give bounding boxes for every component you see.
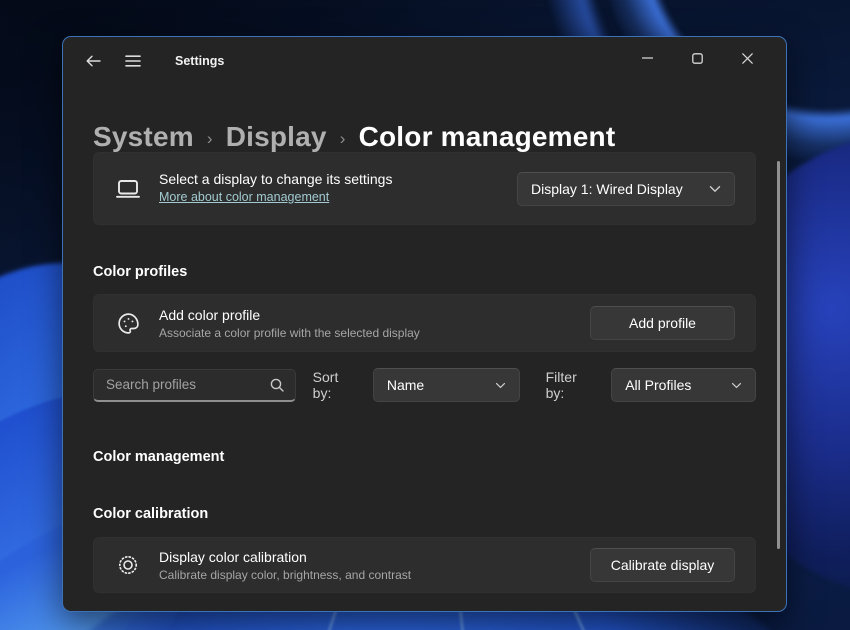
breadcrumb-separator-icon: › bbox=[339, 128, 346, 148]
display-color-calibration-title: Display color calibration bbox=[159, 548, 307, 565]
filter-by-dropdown[interactable]: All Profiles bbox=[611, 368, 757, 402]
sort-by-value: Name bbox=[386, 377, 425, 393]
display-select-value: Display 1: Wired Display bbox=[531, 180, 683, 197]
maximize-icon bbox=[691, 52, 703, 64]
palette-icon bbox=[115, 311, 141, 336]
minimize-icon bbox=[641, 57, 653, 59]
chevron-down-icon bbox=[495, 382, 506, 389]
display-laptop-icon bbox=[115, 179, 141, 199]
minimize-button[interactable] bbox=[622, 39, 672, 77]
add-color-profile-title: Add color profile bbox=[159, 306, 261, 323]
vertical-scrollbar-thumb[interactable] bbox=[777, 161, 780, 549]
add-color-profile-card: Add color profile Associate a color prof… bbox=[93, 294, 756, 352]
breadcrumb-item-display[interactable]: Display bbox=[226, 121, 327, 153]
add-profile-button[interactable]: Add profile bbox=[590, 306, 735, 340]
add-color-profile-description: Associate a color profile with the selec… bbox=[159, 325, 420, 340]
breadcrumb-separator-icon: › bbox=[206, 128, 213, 148]
color-profiles-heading: Color profiles bbox=[93, 264, 188, 280]
chevron-down-icon bbox=[709, 185, 721, 193]
window-caption-controls bbox=[622, 39, 772, 77]
filter-by-value: All Profiles bbox=[625, 377, 692, 393]
breadcrumb-item-system[interactable]: System bbox=[93, 121, 194, 153]
back-button[interactable] bbox=[77, 46, 109, 76]
navigation-menu-button[interactable] bbox=[117, 46, 149, 76]
display-selector-card: Select a display to change its settings … bbox=[93, 152, 756, 225]
breadcrumb: System › Display › Color management bbox=[93, 121, 615, 153]
display-color-calibration-card: Display color calibration Calibrate disp… bbox=[93, 537, 756, 593]
color-management-heading: Color management bbox=[93, 449, 225, 465]
display-selector-text: Select a display to change its settings … bbox=[159, 171, 517, 206]
display-select-dropdown[interactable]: Display 1: Wired Display bbox=[517, 171, 735, 206]
close-icon bbox=[741, 52, 753, 64]
search-profiles-input[interactable] bbox=[94, 377, 270, 392]
maximize-button[interactable] bbox=[672, 39, 722, 77]
profiles-toolbar: Sort by: Name Filter by: All Profiles bbox=[93, 368, 757, 402]
display-selector-title: Select a display to change its settings bbox=[159, 171, 393, 187]
settings-window: Settings System › Display › Color manage… bbox=[62, 36, 787, 612]
search-icon bbox=[270, 378, 284, 392]
display-color-calibration-text: Display color calibration Calibrate disp… bbox=[159, 549, 590, 582]
desktop: Settings System › Display › Color manage… bbox=[0, 0, 850, 630]
hamburger-menu-icon bbox=[125, 55, 141, 67]
back-arrow-icon bbox=[86, 55, 101, 67]
add-color-profile-text: Add color profile Associate a color prof… bbox=[159, 307, 590, 340]
close-button[interactable] bbox=[722, 39, 772, 77]
chevron-down-icon bbox=[731, 382, 742, 389]
title-bar: Settings bbox=[63, 37, 786, 85]
color-calibration-heading: Color calibration bbox=[93, 506, 209, 522]
display-color-calibration-description: Calibrate display color, brightness, and… bbox=[159, 567, 412, 582]
more-about-color-management-link[interactable]: More about color management bbox=[159, 190, 329, 204]
filter-by-label: Filter by: bbox=[545, 369, 577, 401]
calibrate-display-button[interactable]: Calibrate display bbox=[590, 548, 735, 582]
window-title: Settings bbox=[175, 54, 225, 68]
sort-by-label: Sort by: bbox=[312, 369, 339, 401]
calibration-sun-icon bbox=[115, 552, 141, 578]
search-profiles-box[interactable] bbox=[93, 368, 296, 402]
breadcrumb-item-color-management page-title: Color management bbox=[358, 121, 616, 152]
sort-by-dropdown[interactable]: Name bbox=[372, 368, 520, 402]
